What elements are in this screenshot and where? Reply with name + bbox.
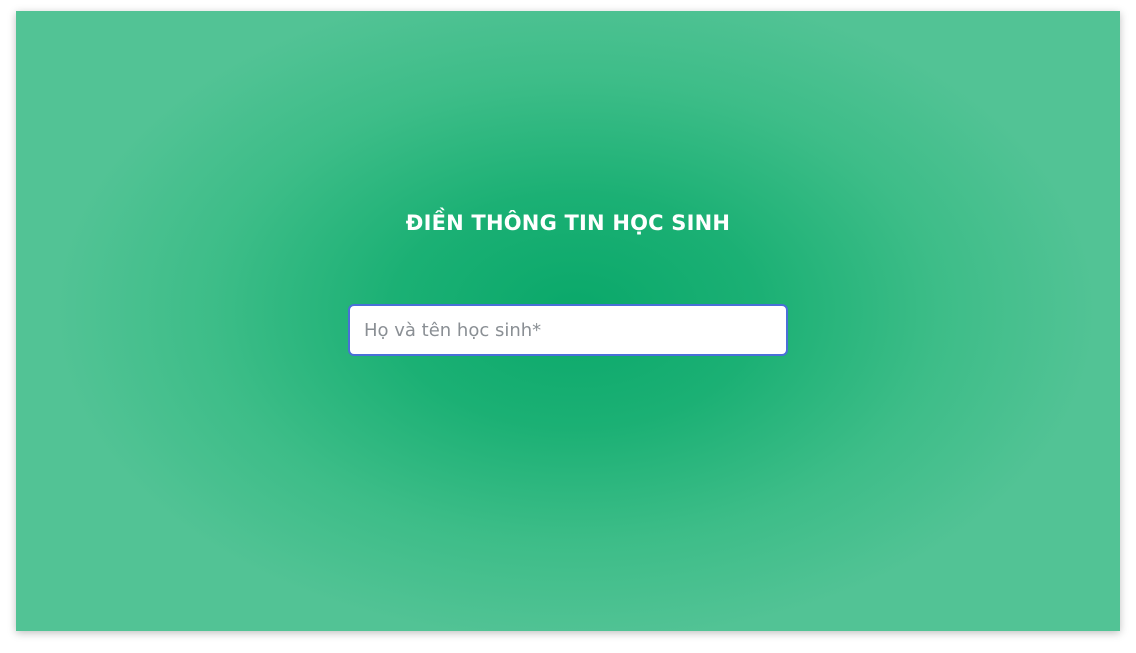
form-panel: ĐIỀN THÔNG TIN HỌC SINH (16, 11, 1120, 631)
page-title: ĐIỀN THÔNG TIN HỌC SINH (405, 211, 731, 235)
student-name-input[interactable] (348, 304, 788, 356)
page: ĐIỀN THÔNG TIN HỌC SINH (0, 0, 1136, 653)
